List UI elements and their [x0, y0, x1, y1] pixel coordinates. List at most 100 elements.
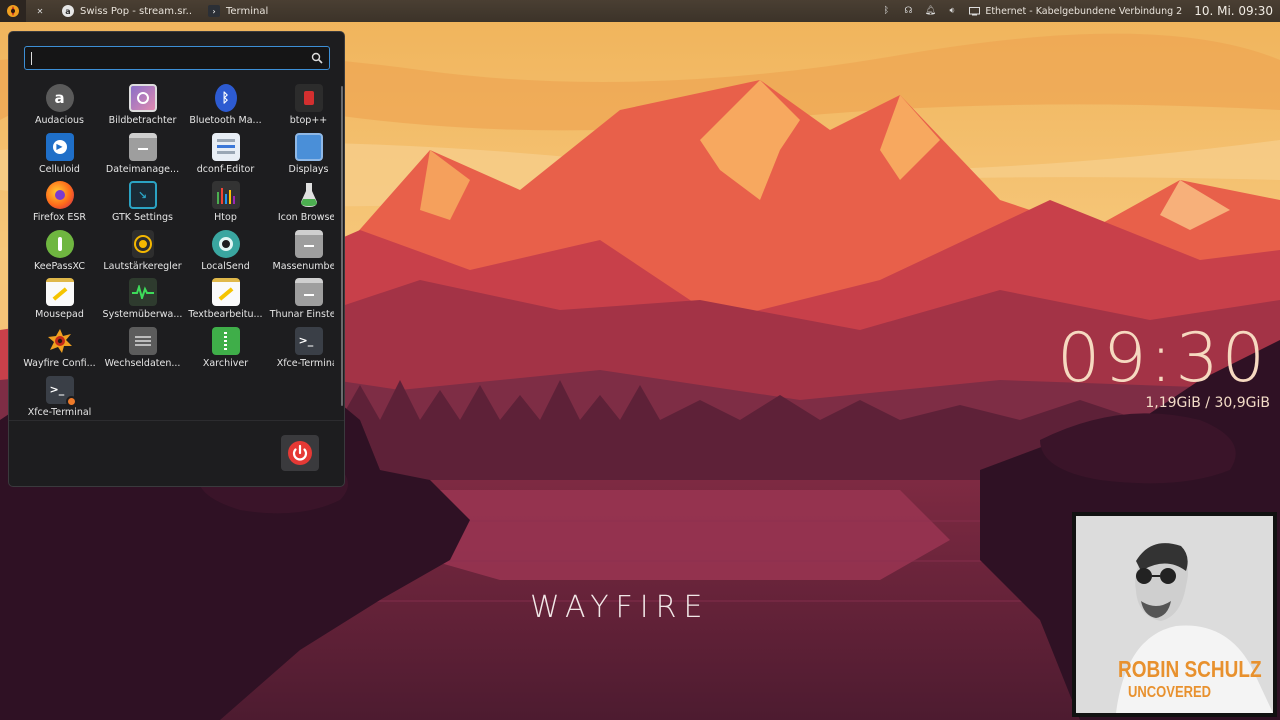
app-label: Displays [288, 163, 329, 175]
app-celluloid[interactable]: ▶ Celluloid [18, 132, 101, 182]
audacious-icon: a [45, 84, 74, 112]
app-massenumbenennen[interactable]: Massenumbe... [267, 229, 335, 279]
app-label: Firefox ESR [32, 212, 87, 224]
app-systemueberwachung[interactable]: Systemüberwa... [101, 278, 184, 327]
app-label: Wayfire Confi... [23, 357, 96, 369]
power-button[interactable] [281, 435, 319, 471]
panel-launcher-settings[interactable]: ✕ [26, 0, 54, 22]
app-label: Xfce-Terminal [27, 406, 92, 416]
app-bildbetrachter[interactable]: Bildbetrachter [101, 84, 184, 133]
app-grid-scrollbar[interactable] [341, 86, 343, 406]
taskbar-item-label: Swiss Pop - stream.sr.. [80, 5, 192, 17]
btop-icon [294, 84, 323, 112]
app-label: Wechseldaten... [104, 357, 181, 369]
app-wayfire-config[interactable]: Wayfire Confi... [18, 327, 101, 376]
wayfire-wordmark: WAYFIRE [530, 590, 710, 625]
displays-icon [294, 132, 323, 161]
app-dconf-editor[interactable]: dconf-Editor [184, 132, 267, 182]
top-panel: ✕ a Swiss Pop - stream.sr.. › Terminal ᛒ… [0, 0, 1280, 22]
gtk-settings-icon: ↘ [128, 181, 157, 210]
network-applet-icon[interactable]: ☊ [903, 6, 913, 16]
search-icon [311, 52, 323, 64]
app-lautstaerkeregler[interactable]: Lautstärkeregler [101, 229, 184, 279]
taskbar-item-label: Terminal [226, 5, 269, 17]
bluetooth-icon: ᛒ [214, 84, 237, 112]
icon-browser-icon [295, 181, 323, 209]
album-artist: ROBIN SCHULZ [1118, 657, 1262, 683]
app-label: Lautstärkeregler [103, 260, 182, 272]
file-manager-icon [128, 132, 157, 161]
app-thunar-einstellungen[interactable]: Thunar Einstel... [267, 278, 334, 327]
ethernet-icon [969, 6, 981, 15]
app-label: GTK Settings [111, 212, 174, 224]
app-gtk-settings[interactable]: ↘ GTK Settings [101, 181, 184, 230]
app-label: Xfce-Terminal [276, 357, 334, 369]
audacious-icon: a [62, 5, 74, 17]
terminal-icon: >_ [294, 326, 323, 355]
app-label: Icon Browser [277, 212, 334, 224]
app-label: Massenumbe... [272, 260, 335, 272]
text-caret [31, 52, 32, 65]
app-label: btop++ [289, 115, 328, 126]
app-label: Htop [214, 212, 237, 224]
app-label: KeePassXC [34, 260, 85, 272]
app-btop[interactable]: btop++ [267, 84, 334, 133]
app-dateimanager[interactable]: Dateimanage... [101, 132, 184, 182]
app-label: Mousepad [35, 309, 84, 321]
app-wechseldatentraeger[interactable]: Wechseldaten... [101, 326, 184, 376]
text-editor-icon [211, 278, 240, 307]
app-bluetooth-manager[interactable]: ᛒ Bluetooth Ma... [184, 84, 267, 133]
app-icon-browser[interactable]: Icon Browser [267, 181, 334, 230]
app-label: Bildbetrachter [108, 115, 177, 126]
tools-icon: ✕ [36, 6, 44, 16]
notification-bell-icon[interactable]: 🔔︎ [925, 6, 936, 16]
removable-drives-icon [128, 326, 157, 355]
album-cover: ROBIN SCHULZ UNCOVERED [1076, 516, 1273, 713]
bulk-rename-icon [294, 229, 323, 258]
app-label: Systemüberwa... [102, 309, 183, 321]
volume-control-icon [131, 229, 154, 258]
taskbar-item-audacious[interactable]: a Swiss Pop - stream.sr.. [54, 0, 200, 22]
htop-icon [211, 181, 240, 210]
app-audacious[interactable]: a Audacious [18, 84, 101, 133]
app-label: Xarchiver [202, 357, 249, 369]
app-keepassxc[interactable]: KeePassXC [18, 229, 101, 279]
thunar-settings-icon [294, 278, 323, 307]
bluetooth-icon[interactable]: ᛒ [881, 6, 891, 16]
terminal-settings-icon: >_ [45, 375, 77, 407]
network-status[interactable]: Ethernet - Kabelgebundene Verbindung 2 [969, 6, 1182, 17]
celluloid-icon: ▶ [45, 132, 74, 161]
app-label: Celluloid [39, 163, 80, 175]
desktop-clock: 09:30 [1057, 319, 1268, 398]
taskbar-item-terminal[interactable]: › Terminal [200, 0, 276, 22]
localsend-icon [211, 229, 240, 258]
app-xfce-terminal[interactable]: >_ Xfce-Terminal [267, 326, 334, 376]
volume-icon[interactable]: 🔉︎ [947, 6, 957, 16]
memory-usage: 1,19GiB / 30,9GiB [1145, 395, 1270, 411]
dconf-editor-icon [211, 132, 240, 161]
application-menu: a Audacious Bildbetrachter ᛒ Bluetooth M… [8, 31, 345, 487]
xarchiver-icon [211, 326, 240, 355]
app-firefox[interactable]: Firefox ESR [18, 181, 101, 230]
album-art-widget[interactable]: ROBIN SCHULZ UNCOVERED [1072, 512, 1277, 717]
app-displays[interactable]: Displays [267, 132, 334, 182]
image-viewer-icon [128, 84, 157, 112]
search-input[interactable] [24, 46, 330, 70]
album-title: UNCOVERED [1128, 682, 1212, 701]
app-textbearbeitung[interactable]: Textbearbeitu... [184, 278, 267, 327]
app-label: LocalSend [201, 260, 250, 272]
app-htop[interactable]: Htop [184, 181, 267, 230]
app-mousepad[interactable]: Mousepad [18, 278, 101, 327]
power-icon [288, 441, 312, 465]
app-localsend[interactable]: LocalSend [184, 229, 267, 279]
app-xarchiver[interactable]: Xarchiver [184, 326, 267, 376]
panel-clock[interactable]: 10. Mi. 09:30 [1194, 4, 1273, 18]
system-monitor-icon [128, 278, 157, 307]
app-label: Thunar Einstel... [269, 309, 334, 321]
mousepad-icon [45, 278, 74, 307]
app-xfce-terminal-settings[interactable]: >_ Xfce-Terminal [18, 375, 101, 416]
app-menu-button[interactable] [0, 0, 26, 22]
app-label: Dateimanage... [105, 163, 180, 175]
wayfire-config-icon [46, 327, 74, 355]
firefox-icon [45, 181, 74, 210]
